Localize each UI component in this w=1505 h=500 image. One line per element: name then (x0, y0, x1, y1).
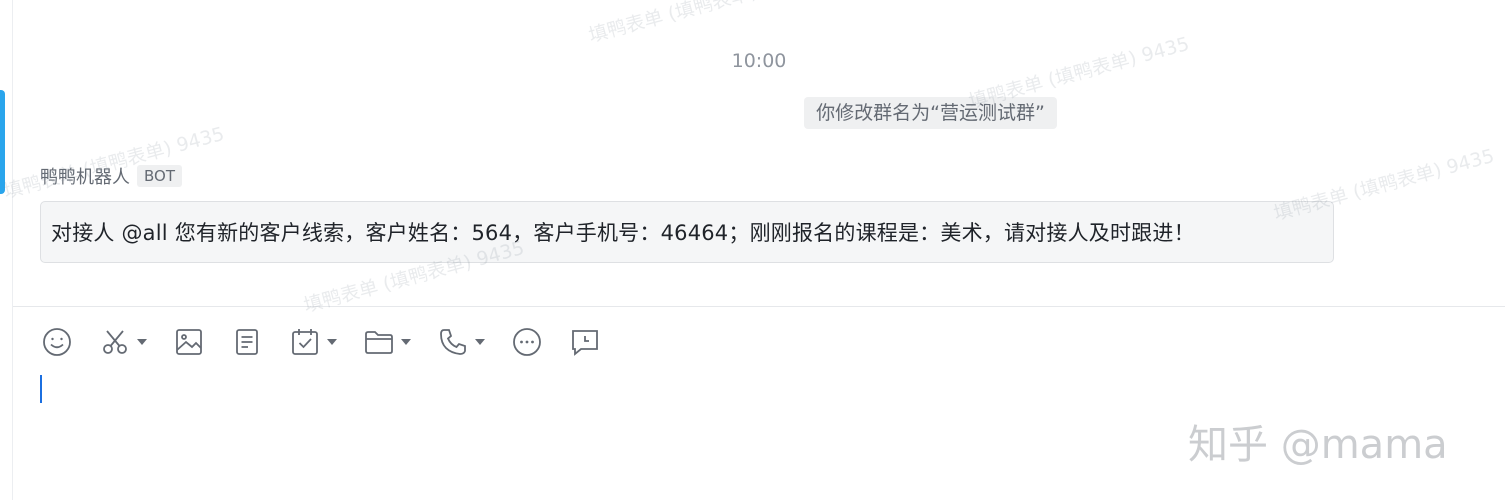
message-timestamp: 10:00 (731, 50, 787, 72)
task-button[interactable] (289, 325, 337, 359)
system-message: 你修改群名为“营运测试群” (804, 97, 1057, 129)
document-icon (236, 329, 258, 355)
folder-icon (365, 331, 393, 354)
chevron-down-icon[interactable] (401, 339, 411, 345)
image-icon (176, 329, 202, 355)
feedback-button[interactable] (569, 325, 601, 359)
sender-row: 鸭鸭机器人 BOT (40, 163, 182, 189)
phone-icon (440, 329, 466, 355)
message-bubble[interactable]: 对接人 @all 您有新的客户线索，客户姓名：564，客户手机号：46464；刚… (40, 201, 1334, 263)
chevron-down-icon[interactable] (137, 339, 147, 345)
emoji-icon (43, 328, 71, 356)
chevron-down-icon[interactable] (327, 339, 337, 345)
image-button[interactable] (173, 325, 205, 359)
active-chat-indicator (0, 90, 5, 194)
document-button[interactable] (231, 325, 263, 359)
bot-badge: BOT (137, 165, 182, 187)
feedback-icon (572, 330, 598, 356)
sender-name[interactable]: 鸭鸭机器人 (40, 163, 130, 189)
chat-history[interactable]: 10:00 你修改群名为“营运测试群” 鸭鸭机器人 BOT 对接人 @all 您… (13, 0, 1505, 306)
system-message-row: 你修改群名为“营运测试群” (13, 97, 1505, 129)
calendar-check-icon (292, 329, 318, 355)
more-icon (513, 328, 541, 356)
folder-button[interactable] (363, 325, 411, 359)
zhihu-watermark: 知乎 @mama (1188, 422, 1448, 468)
call-button[interactable] (437, 325, 485, 359)
scissors-icon (103, 330, 127, 354)
text-cursor (40, 375, 42, 403)
chevron-down-icon[interactable] (475, 339, 485, 345)
screenshot-button[interactable] (99, 325, 147, 359)
message-composer (13, 307, 1505, 500)
composer-toolbar (41, 325, 627, 359)
emoji-button[interactable] (41, 325, 73, 359)
left-rail (0, 0, 13, 500)
more-button[interactable] (511, 325, 543, 359)
